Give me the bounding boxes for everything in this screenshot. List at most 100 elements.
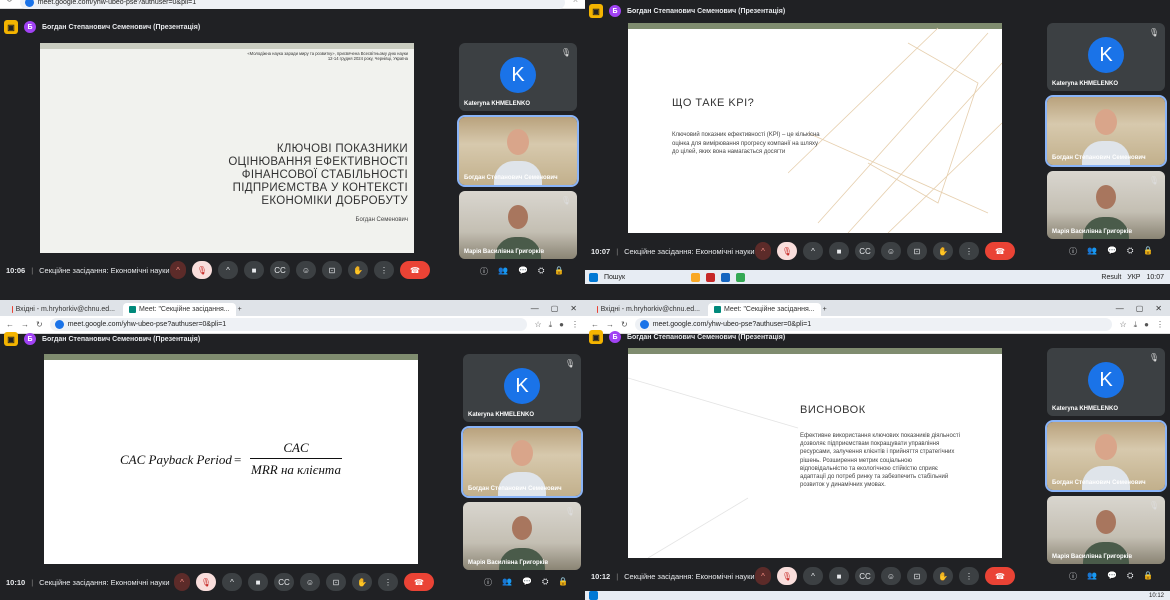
activities-icon[interactable]: ⛭ — [538, 266, 544, 277]
video-options-button[interactable]: ^ — [222, 573, 242, 591]
participant-tile-bohdan[interactable]: Богдан Степанович Семенович — [461, 426, 583, 498]
address-bar[interactable]: ↻ meet.google.com/yhw-ubeo-pse?authuser=… — [0, 0, 585, 9]
present-button[interactable]: ⊡ — [326, 573, 346, 591]
chat-icon[interactable]: 💬 — [522, 577, 532, 588]
present-icon[interactable]: ▣ — [4, 20, 18, 34]
raise-hand-button[interactable]: ✋ — [348, 261, 368, 279]
camera-toggle-button[interactable]: ■ — [248, 573, 268, 591]
menu-icon[interactable]: ⋮ — [1156, 320, 1164, 329]
leave-call-button[interactable]: ☎ — [400, 261, 430, 279]
more-options-button[interactable]: ⋮ — [378, 573, 398, 591]
captions-button[interactable]: CC — [855, 567, 875, 585]
url-text[interactable]: meet.google.com/yhw-ubeo-pse?authuser=0&… — [68, 321, 226, 328]
participant-tile-kateryna[interactable]: 🎙 K Kateryna KHMELENKO — [1047, 23, 1165, 91]
participant-tile-kateryna[interactable]: 🎙 K Kateryna KHMELENKO — [463, 354, 581, 422]
url-text[interactable]: meet.google.com/yhw-ubeo-pse?authuser=0&… — [38, 0, 196, 6]
more-options-button[interactable]: ⋮ — [374, 261, 394, 279]
more-options-button[interactable]: ⋮ — [959, 242, 979, 260]
mic-toggle-button[interactable]: 🎙 — [777, 567, 797, 585]
participant-tile-bohdan[interactable]: Богдан Степанович Семенович — [457, 115, 579, 187]
leave-call-button[interactable]: ☎ — [404, 573, 434, 591]
tab-meet[interactable]: Meet: "Секційне засідання... — [123, 303, 236, 316]
new-tab-icon[interactable]: + — [238, 306, 242, 316]
activities-icon[interactable]: ⛭ — [1127, 246, 1133, 257]
emoji-button[interactable]: ☺ — [300, 573, 320, 591]
participant-tile-bohdan[interactable]: Богдан Степанович Семенович — [1045, 95, 1167, 167]
chrome-icon[interactable] — [736, 272, 746, 282]
host-controls-icon[interactable]: 🔒 — [558, 577, 568, 588]
people-icon[interactable]: 👥 — [1087, 246, 1097, 257]
present-icon[interactable]: ▣ — [4, 332, 18, 346]
star-icon[interactable]: ☆ — [572, 0, 579, 4]
captions-button[interactable]: CC — [855, 242, 875, 260]
taskbar-clock[interactable]: 10:12 — [1149, 593, 1170, 599]
camera-toggle-button[interactable]: ■ — [244, 261, 264, 279]
leave-call-button[interactable]: ☎ — [985, 242, 1015, 260]
profile-icon[interactable]: ● — [1144, 320, 1149, 329]
camera-toggle-button[interactable]: ■ — [829, 242, 849, 260]
new-tab-icon[interactable]: + — [823, 306, 827, 316]
star-icon[interactable]: ☆ — [1119, 320, 1126, 329]
more-options-button[interactable]: ⋮ — [959, 567, 979, 585]
info-icon[interactable]: ⓘ — [1069, 246, 1077, 257]
star-icon[interactable]: ☆ — [534, 320, 541, 329]
captions-button[interactable]: CC — [274, 573, 294, 591]
weather-widget[interactable]: Result — [1101, 274, 1121, 281]
people-icon[interactable]: 👥 — [1087, 571, 1097, 582]
info-icon[interactable]: ⓘ — [1069, 571, 1077, 582]
activities-icon[interactable]: ⛭ — [1127, 571, 1133, 582]
close-icon[interactable]: ✕ — [570, 304, 577, 313]
taskbar-clock[interactable]: 10:07 — [1146, 274, 1170, 281]
close-icon[interactable]: ✕ — [1155, 304, 1162, 313]
info-icon[interactable]: ⓘ — [480, 266, 488, 277]
camera-toggle-button[interactable]: ■ — [829, 567, 849, 585]
minimize-icon[interactable]: — — [531, 304, 539, 313]
participant-tile-mariia[interactable]: 🎙 Марія Василівна Григорків — [459, 191, 577, 259]
participant-tile-mariia[interactable]: 🎙 Марія Василівна Григорків — [1047, 171, 1165, 239]
host-controls-icon[interactable]: 🔒 — [1143, 246, 1153, 257]
captions-button[interactable]: CC — [270, 261, 290, 279]
language-indicator[interactable]: УКР — [1127, 274, 1140, 281]
video-options-button[interactable]: ^ — [218, 261, 238, 279]
raise-hand-button[interactable]: ✋ — [933, 567, 953, 585]
audio-options-button[interactable]: ^ — [755, 567, 771, 585]
participant-tile-bohdan[interactable]: Богдан Степанович Семенович — [1045, 420, 1167, 492]
emoji-button[interactable]: ☺ — [881, 567, 901, 585]
maximize-icon[interactable]: ▢ — [551, 304, 559, 313]
minimize-icon[interactable]: — — [1116, 304, 1124, 313]
raise-hand-button[interactable]: ✋ — [933, 242, 953, 260]
mic-toggle-button[interactable]: 🎙 — [777, 242, 797, 260]
emoji-button[interactable]: ☺ — [296, 261, 316, 279]
participant-tile-kateryna[interactable]: 🎙 K Kateryna KHMELENKO — [459, 43, 577, 111]
tab-meet[interactable]: Meet: "Секційне засідання... — [708, 303, 821, 316]
app-icon[interactable] — [706, 272, 716, 282]
mic-toggle-button[interactable]: 🎙 — [192, 261, 212, 279]
profile-icon[interactable]: ● — [559, 320, 564, 329]
video-options-button[interactable]: ^ — [803, 242, 823, 260]
present-icon[interactable]: ▣ — [589, 330, 603, 344]
start-icon[interactable] — [589, 272, 598, 282]
emoji-button[interactable]: ☺ — [881, 242, 901, 260]
audio-options-button[interactable]: ^ — [755, 242, 771, 260]
host-controls-icon[interactable]: 🔒 — [554, 266, 564, 277]
activities-icon[interactable]: ⛭ — [542, 577, 548, 588]
present-button[interactable]: ⊡ — [907, 242, 927, 260]
people-icon[interactable]: 👥 — [498, 266, 508, 277]
mic-toggle-button[interactable]: 🎙 — [196, 573, 216, 591]
tab-gmail[interactable]: Вхідні - m.hryhorkiv@chnu.ed... — [6, 303, 121, 316]
present-button[interactable]: ⊡ — [907, 567, 927, 585]
chat-icon[interactable]: 💬 — [518, 266, 528, 277]
maximize-icon[interactable]: ▢ — [1136, 304, 1144, 313]
participant-tile-mariia[interactable]: 🎙 Марія Василівна Григорків — [463, 502, 581, 570]
leave-call-button[interactable]: ☎ — [985, 567, 1015, 585]
people-icon[interactable]: 👥 — [502, 577, 512, 588]
chat-icon[interactable]: 💬 — [1107, 571, 1117, 582]
raise-hand-button[interactable]: ✋ — [352, 573, 372, 591]
host-controls-icon[interactable]: 🔒 — [1143, 571, 1153, 582]
participant-tile-mariia[interactable]: 🎙 Марія Василівна Григорків — [1047, 496, 1165, 564]
video-options-button[interactable]: ^ — [803, 567, 823, 585]
download-icon[interactable]: ⤓ — [549, 320, 553, 330]
present-icon[interactable]: ▣ — [589, 4, 603, 18]
audio-options-button[interactable]: ^ — [170, 261, 186, 279]
tab-gmail[interactable]: Вхідні - m.hryhorkiv@chnu.ed... — [591, 303, 706, 316]
